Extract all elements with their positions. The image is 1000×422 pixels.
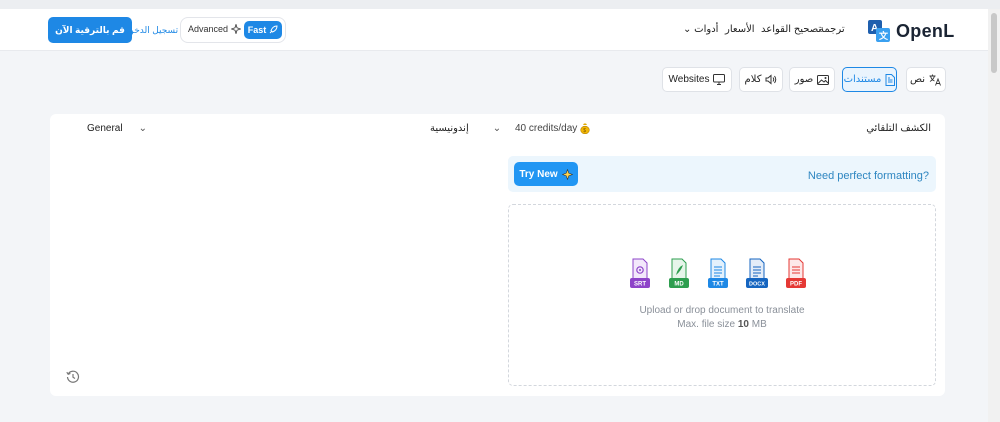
nav-tools[interactable]: ⌄ أدوات (683, 24, 718, 35)
page-scrollbar[interactable] (988, 9, 1000, 422)
svg-text:DOCX: DOCX (749, 282, 765, 288)
target-language-select[interactable]: إندونيسية ⌄ (430, 123, 501, 134)
dropzone-max-size: Max. file size 10 MB (509, 319, 935, 330)
translation-panel: General ⌄ إندونيسية ⌄ 40 credits/day $ ا… (50, 114, 945, 396)
dropzone-instruction: Upload or drop document to translate (639, 305, 805, 316)
domain-select-value: General (87, 123, 123, 134)
try-new-label: Try New (519, 168, 558, 180)
chevron-down-icon: ⌄ (683, 24, 692, 35)
max-size-prefix: Max. file size (677, 319, 736, 330)
tab-text-label: نص (909, 74, 926, 85)
tab-documents-label: مستندات (843, 74, 882, 85)
mode-fast-option[interactable]: Fast (244, 21, 282, 39)
browser-top-strip (0, 0, 1000, 9)
sparkles-icon (231, 24, 242, 34)
promo-text[interactable]: Need perfect formatting? (808, 170, 929, 182)
mode-fast-label: Fast (247, 25, 267, 35)
tab-documents[interactable]: مستندات (842, 67, 897, 92)
source-language-detect[interactable]: الكشف التلقائي (866, 123, 931, 134)
history-icon[interactable] (66, 370, 80, 387)
translate-logo-icon: A 文 (868, 20, 890, 42)
docx-file-icon: DOCX (746, 258, 768, 292)
svg-text:PDF: PDF (790, 282, 802, 288)
chevron-down-icon: ⌄ (492, 123, 502, 134)
tab-websites-label: Websites (668, 74, 710, 85)
nav-translate[interactable]: ترجمة (819, 24, 845, 35)
speaker-icon (765, 74, 777, 85)
rocket-icon (269, 25, 278, 34)
target-language-value: إندونيسية (430, 123, 469, 134)
pdf-file-icon: PDF (785, 258, 807, 292)
chevron-down-icon: ⌄ (138, 123, 147, 134)
tab-images[interactable]: صور (789, 67, 835, 92)
nav-grammar[interactable]: تصحيح القواعد (761, 24, 821, 35)
svg-text:TXT: TXT (712, 282, 724, 288)
document-icon (885, 73, 896, 86)
sparkle-badge-icon (561, 168, 573, 180)
svg-text:MD: MD (674, 282, 684, 288)
max-size-value: 10 (737, 319, 749, 330)
credits-text: 40 credits/day (515, 123, 578, 134)
nav-tools-label: أدوات (694, 24, 719, 35)
monitor-icon (713, 74, 726, 85)
translate-icon (929, 74, 941, 86)
txt-file-icon: TXT (707, 258, 729, 292)
md-file-icon: MD (668, 258, 690, 292)
svg-text:文: 文 (878, 30, 889, 41)
tab-images-label: صور (794, 74, 814, 85)
coin-bag-icon: $ (580, 123, 590, 134)
supported-file-types: SRT MD TXT DOCX PDF (629, 258, 809, 292)
document-dropzone[interactable]: SRT MD TXT DOCX PDF Upload or drop docum… (508, 204, 936, 386)
svg-text:SRT: SRT (634, 282, 646, 288)
speed-mode-toggle[interactable]: Advanced Fast (180, 17, 286, 43)
nav-pricing[interactable]: الأسعار (725, 24, 755, 35)
svg-text:$: $ (583, 128, 586, 134)
logo-text: OpenL (896, 20, 955, 41)
login-link[interactable]: تسجيل الدخول (123, 25, 178, 36)
credits-indicator: 40 credits/day $ (515, 123, 590, 134)
formatting-promo-banner: Try New Need perfect formatting? (508, 156, 936, 192)
mode-advanced-label: Advanced (188, 24, 229, 34)
max-size-unit: MB (751, 319, 767, 330)
openl-logo[interactable]: A 文 OpenL (868, 17, 954, 45)
upgrade-now-button[interactable]: قم بالترقية الآن (48, 17, 132, 43)
scrollbar-thumb[interactable] (991, 13, 997, 73)
tab-speech[interactable]: كلام (739, 67, 783, 92)
mode-advanced-option[interactable]: Advanced (188, 24, 242, 34)
srt-file-icon: SRT (629, 258, 651, 292)
tab-speech-label: كلام (744, 74, 762, 85)
tab-websites[interactable]: Websites (662, 67, 732, 92)
tab-text[interactable]: نص (906, 67, 946, 92)
top-header: قم بالترقية الآن تسجيل الدخول Advanced F… (0, 9, 988, 51)
domain-select[interactable]: General ⌄ (87, 123, 147, 134)
image-icon (817, 74, 830, 85)
try-new-button[interactable]: Try New (514, 162, 578, 186)
